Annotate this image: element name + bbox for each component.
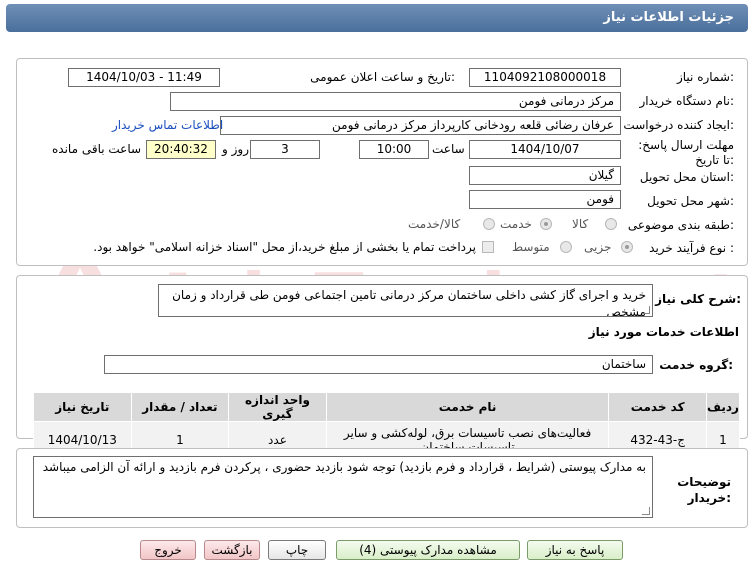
page-header: جزئیات اطلاعات نیاز bbox=[6, 4, 748, 32]
days-field[interactable]: 3 bbox=[250, 140, 320, 159]
service-group-field[interactable]: ساختمان bbox=[104, 355, 653, 374]
column-header-unit: واحد اندازه گیری bbox=[228, 392, 327, 422]
category-radio-goods-service[interactable] bbox=[483, 218, 495, 230]
resize-handle-icon[interactable] bbox=[642, 507, 650, 515]
remaining-time-field: 20:40:32 bbox=[146, 140, 216, 159]
service-group-label: گروه خدمت: bbox=[659, 358, 733, 372]
need-number-label: شماره نیاز: bbox=[676, 70, 734, 84]
category-option-service: خدمت bbox=[500, 217, 532, 231]
category-radio-goods[interactable] bbox=[605, 218, 617, 230]
notes-textarea[interactable]: به مدارک پیوستی (شرایط ، قرارداد و فرم ب… bbox=[33, 456, 653, 518]
creator-field[interactable]: عرفان رضائی قلعه رودخانی کارپرداز مرکز د… bbox=[220, 116, 621, 135]
city-label: شهر محل تحویل: bbox=[647, 194, 734, 208]
category-label: طبقه بندی موضوعی: bbox=[627, 218, 734, 232]
deadline-time-field[interactable]: 10:00 bbox=[359, 140, 429, 159]
need-number-field[interactable]: 1104092108000018 bbox=[469, 68, 621, 87]
buyer-contact-link[interactable]: اطلاعات تماس خریدار bbox=[112, 118, 223, 132]
column-header-code: کد خدمت bbox=[608, 392, 707, 422]
notes-label: توضیحات خریدار: bbox=[677, 475, 731, 505]
exit-button[interactable]: خروج bbox=[140, 540, 196, 560]
buyer-org-label: نام دستگاه خریدار: bbox=[639, 94, 735, 108]
description-label: شرح کلی نیاز: bbox=[655, 292, 741, 306]
creator-label: ایجاد کننده درخواست: bbox=[623, 118, 734, 132]
process-radio-minor[interactable] bbox=[621, 241, 633, 253]
print-button[interactable]: چاپ bbox=[268, 540, 326, 560]
deadline-time-label: ساعت bbox=[432, 142, 465, 156]
announce-field[interactable]: 1404/10/03 - 11:49 bbox=[68, 68, 220, 87]
column-header-qty: تعداد / مقدار bbox=[130, 392, 230, 422]
category-option-goods: کالا bbox=[572, 217, 589, 231]
province-field[interactable]: گیلان bbox=[469, 166, 621, 185]
category-option-goods-service: کالا/خدمت bbox=[408, 217, 461, 231]
process-label: نوع فرآیند خرید : bbox=[649, 241, 734, 255]
description-textarea[interactable]: خرید و اجرای گاز کشی داخلی ساختمان مرکز … bbox=[158, 284, 653, 317]
column-header-date: تاریخ نیاز bbox=[33, 392, 132, 422]
announce-label: تاریخ و ساعت اعلان عمومی: bbox=[310, 70, 455, 84]
remaining-label: ساعت باقی مانده bbox=[52, 142, 142, 156]
back-button[interactable]: بازگشت bbox=[204, 540, 260, 560]
column-header-index: ردیف bbox=[705, 392, 741, 422]
buyer-org-field[interactable]: مرکز درمانی فومن bbox=[170, 92, 621, 111]
treasury-payment-note: پرداخت تمام یا بخشی از مبلغ خرید،از محل … bbox=[93, 240, 476, 254]
page-title: جزئیات اطلاعات نیاز bbox=[603, 10, 734, 25]
process-option-medium: متوسط bbox=[512, 240, 550, 254]
reply-button[interactable]: پاسخ به نیاز bbox=[527, 540, 623, 560]
description-text: خرید و اجرای گاز کشی داخلی ساختمان مرکز … bbox=[172, 288, 646, 317]
services-section-title: اطلاعات خدمات مورد نیاز bbox=[588, 325, 739, 339]
deadline-date-field[interactable]: 1404/10/07 bbox=[469, 140, 621, 159]
category-radio-service[interactable] bbox=[540, 218, 552, 230]
resize-handle-icon[interactable] bbox=[642, 306, 650, 314]
city-field[interactable]: فومن bbox=[469, 190, 621, 209]
table-header-row: ردیف کد خدمت نام خدمت واحد اندازه گیری ت… bbox=[33, 392, 741, 422]
treasury-payment-checkbox[interactable] bbox=[482, 241, 494, 253]
deadline-label: مهلت ارسال پاسخ: تا تاریخ: bbox=[638, 138, 734, 167]
notes-text: به مدارک پیوستی (شرایط ، قرارداد و فرم ب… bbox=[42, 460, 646, 474]
view-attachments-button[interactable]: مشاهده مدارک پیوستی (4) bbox=[336, 540, 520, 560]
province-label: استان محل تحویل: bbox=[639, 170, 734, 184]
process-radio-medium[interactable] bbox=[560, 241, 572, 253]
process-option-minor: جزیی bbox=[584, 240, 612, 254]
days-label: روز و bbox=[222, 142, 249, 156]
column-header-name: نام خدمت bbox=[325, 392, 610, 422]
